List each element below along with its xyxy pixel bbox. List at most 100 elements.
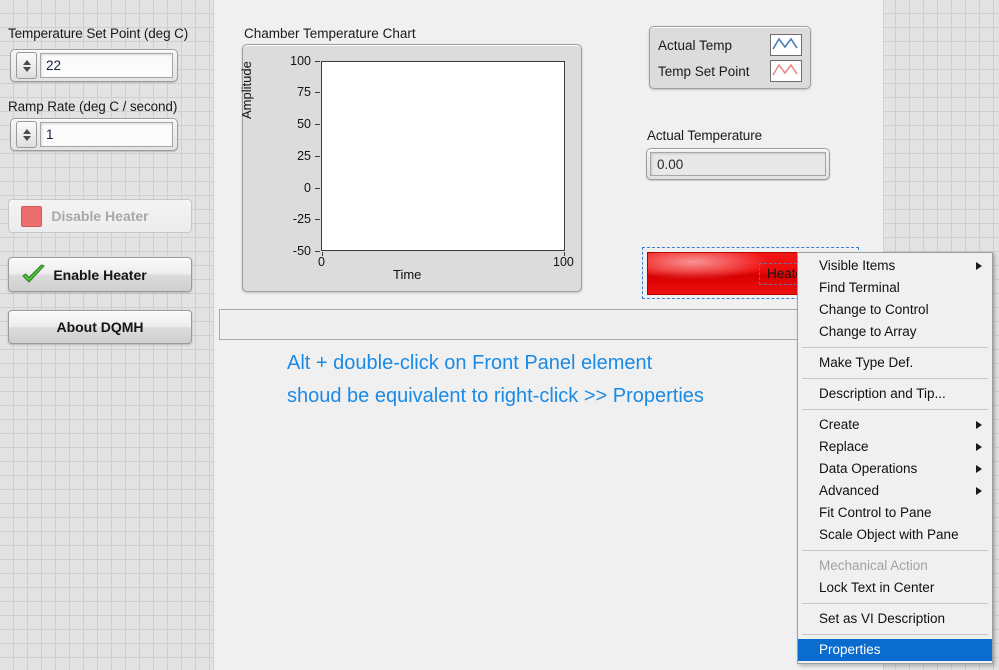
y-tick-mark xyxy=(315,251,320,252)
submenu-arrow-icon xyxy=(976,443,982,451)
submenu-arrow-icon xyxy=(976,421,982,429)
stepper-up-icon[interactable] xyxy=(22,59,31,65)
menu-item-data-operations[interactable]: Data Operations xyxy=(798,458,992,480)
x-tick-label: 0 xyxy=(318,255,325,269)
y-tick-mark xyxy=(315,156,320,157)
menu-separator xyxy=(802,550,988,551)
chamber-temperature-chart[interactable]: Amplitude 100 75 50 25 0 -25 -50 0 100 T… xyxy=(239,44,582,292)
y-tick-label: 0 xyxy=(304,181,311,195)
y-tick-mark xyxy=(315,92,320,93)
annotation-line-2: shoud be equivalent to right-click >> Pr… xyxy=(287,385,704,407)
menu-item-description-and-tip[interactable]: Description and Tip... xyxy=(798,383,992,405)
green-check-icon xyxy=(21,263,47,286)
menu-item-label: Advanced xyxy=(819,483,880,498)
ramp-rate-label: Ramp Rate (deg C / second) xyxy=(8,99,178,114)
ramp-rate-stepper[interactable] xyxy=(16,121,37,148)
menu-separator xyxy=(802,378,988,379)
chart-title: Chamber Temperature Chart xyxy=(244,26,416,41)
chart-y-axis-label: Amplitude xyxy=(239,61,254,119)
y-tick-label: 75 xyxy=(297,85,311,99)
temperature-setpoint-label: Temperature Set Point (deg C) xyxy=(8,26,189,41)
disable-heater-label: Disable Heater xyxy=(51,208,149,224)
line-preview-icon xyxy=(772,37,798,50)
ramp-rate-input[interactable]: 1 xyxy=(40,122,173,147)
red-square-icon xyxy=(21,205,42,227)
y-tick-label: -25 xyxy=(292,212,311,226)
menu-item-label: Set as VI Description xyxy=(819,611,946,626)
legend-entry[interactable]: Actual Temp xyxy=(658,32,802,58)
submenu-arrow-icon xyxy=(976,465,982,473)
menu-item-label: Data Operations xyxy=(819,461,918,476)
menu-item-label: Fit Control to Pane xyxy=(819,505,932,520)
empty-decoration-box xyxy=(219,309,800,340)
menu-separator xyxy=(802,347,988,348)
menu-item-label: Lock Text in Center xyxy=(819,580,935,595)
setpoint-stepper[interactable] xyxy=(16,52,37,79)
menu-item-label: Change to Array xyxy=(819,324,917,339)
legend-label: Temp Set Point xyxy=(658,63,750,79)
menu-item-replace[interactable]: Replace xyxy=(798,436,992,458)
menu-item-visible-items[interactable]: Visible Items xyxy=(798,255,992,277)
menu-item-label: Find Terminal xyxy=(819,280,900,295)
temperature-setpoint-control[interactable]: 22 xyxy=(10,49,178,82)
context-menu[interactable]: Visible Items Find Terminal Change to Cont… xyxy=(797,252,993,664)
legend-label: Actual Temp xyxy=(658,37,733,53)
y-tick-mark xyxy=(315,188,320,189)
enable-heater-button[interactable]: Enable Heater xyxy=(8,257,192,292)
y-tick-label: 50 xyxy=(297,117,311,131)
enable-heater-label: Enable Heater xyxy=(53,266,147,283)
menu-item-set-as-vi-description[interactable]: Set as VI Description xyxy=(798,608,992,630)
menu-item-create[interactable]: Create xyxy=(798,414,992,436)
menu-item-lock-text-in-center[interactable]: Lock Text in Center xyxy=(798,577,992,599)
submenu-arrow-icon xyxy=(976,262,982,270)
y-tick-label: -50 xyxy=(292,244,311,258)
menu-separator xyxy=(802,603,988,604)
actual-temperature-value: 0.00 xyxy=(650,152,826,176)
menu-item-label: Replace xyxy=(819,439,869,454)
y-tick-mark xyxy=(315,219,320,220)
x-tick-label: 100 xyxy=(553,255,574,269)
front-panel-window: Temperature Set Point (deg C) 22 Ramp Ra… xyxy=(0,0,999,670)
menu-item-label: Description and Tip... xyxy=(819,386,946,401)
menu-item-fit-control-to-pane[interactable]: Fit Control to Pane xyxy=(798,502,992,524)
menu-separator xyxy=(802,634,988,635)
chart-plot-area[interactable] xyxy=(321,61,565,251)
y-tick-label: 25 xyxy=(297,149,311,163)
disable-heater-button[interactable]: Disable Heater xyxy=(8,199,192,233)
about-dqmh-button[interactable]: About DQMH xyxy=(8,310,192,344)
about-dqmh-label: About DQMH xyxy=(56,319,144,335)
menu-item-label: Mechanical Action xyxy=(819,558,928,573)
y-tick-mark xyxy=(315,61,320,62)
menu-item-label: Change to Control xyxy=(819,302,929,317)
stepper-down-icon[interactable] xyxy=(22,66,31,72)
chart-legend[interactable]: Actual Temp Temp Set Point xyxy=(649,26,811,89)
y-tick-label: 100 xyxy=(290,54,311,68)
menu-item-label: Visible Items xyxy=(819,258,896,273)
actual-temperature-label: Actual Temperature xyxy=(647,128,763,143)
menu-item-scale-object-with-pane[interactable]: Scale Object with Pane xyxy=(798,524,992,546)
plot-style-swatch[interactable] xyxy=(770,60,802,82)
menu-item-change-to-control[interactable]: Change to Control xyxy=(798,299,992,321)
setpoint-input[interactable]: 22 xyxy=(40,53,173,78)
menu-item-label: Properties xyxy=(819,642,881,657)
ramp-rate-control[interactable]: 1 xyxy=(10,118,178,151)
menu-item-find-terminal[interactable]: Find Terminal xyxy=(798,277,992,299)
actual-temperature-indicator[interactable]: 0.00 xyxy=(646,148,830,180)
plot-style-swatch[interactable] xyxy=(770,34,802,56)
menu-separator xyxy=(802,409,988,410)
submenu-arrow-icon xyxy=(976,487,982,495)
menu-item-label: Scale Object with Pane xyxy=(819,527,959,542)
annotation-line-1: Alt + double-click on Front Panel elemen… xyxy=(287,352,653,374)
menu-item-change-to-array[interactable]: Change to Array xyxy=(798,321,992,343)
menu-item-mechanical-action: Mechanical Action xyxy=(798,555,992,577)
menu-item-make-type-def[interactable]: Make Type Def. xyxy=(798,352,992,374)
line-preview-icon xyxy=(772,63,798,76)
menu-item-label: Create xyxy=(819,417,860,432)
stepper-up-icon[interactable] xyxy=(22,128,31,134)
menu-item-advanced[interactable]: Advanced xyxy=(798,480,992,502)
stepper-down-icon[interactable] xyxy=(22,135,31,141)
legend-entry[interactable]: Temp Set Point xyxy=(658,58,802,84)
chart-x-axis-label: Time xyxy=(393,267,422,282)
menu-item-properties[interactable]: Properties xyxy=(798,639,992,661)
y-tick-mark xyxy=(315,124,320,125)
